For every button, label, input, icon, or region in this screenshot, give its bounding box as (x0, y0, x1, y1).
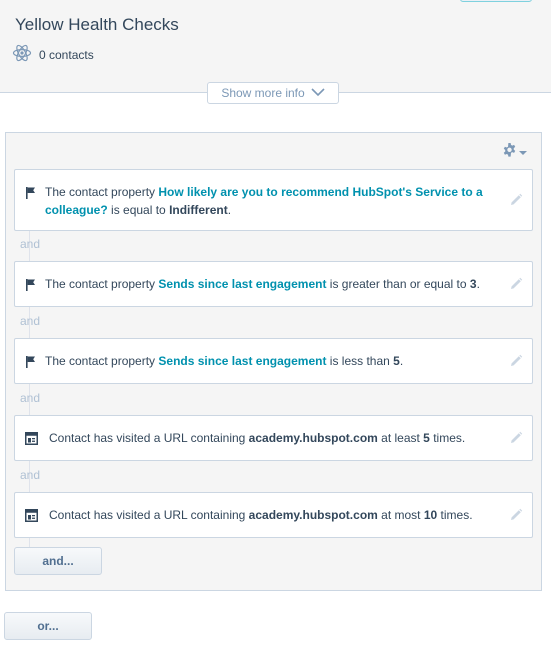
filter-prefix: The contact property (45, 185, 159, 199)
filter-operator: is equal to (107, 203, 170, 217)
flag-icon (25, 278, 37, 297)
pencil-icon[interactable] (508, 353, 524, 369)
and-separator: and (20, 237, 41, 251)
list-header: Yellow Health Checks 0 contacts (0, 0, 551, 93)
show-more-info-button[interactable]: Show more info (207, 82, 339, 104)
page-icon (25, 509, 38, 527)
pencil-icon[interactable] (508, 192, 524, 208)
filter-suffix: times. (437, 508, 473, 522)
filter-count-value: 5 (423, 431, 430, 445)
filter-description: The contact property Sends since last en… (45, 275, 492, 293)
filter-operator: at least (377, 431, 424, 445)
filter-property-link[interactable]: Sends since last engagement (158, 354, 326, 368)
filter-description: Contact has visited a URL containing aca… (49, 429, 492, 447)
filter-suffix: . (476, 277, 480, 291)
add-and-filter-button[interactable]: and... (14, 547, 102, 575)
filter-url-value: academy.hubspot.com (248, 431, 378, 445)
and-separator: and (20, 314, 41, 328)
filter-count-value: 10 (423, 508, 438, 522)
filter-suffix: times. (429, 431, 466, 445)
filter-description: The contact property Sends since last en… (45, 352, 492, 370)
filter-operator: at most (377, 508, 424, 522)
filter-operator: is less than (326, 354, 394, 368)
filter-suffix: . (227, 203, 232, 217)
filter-card: The contact property How likely are you … (14, 169, 533, 231)
filter-value: 3 (469, 277, 477, 291)
flag-icon (25, 355, 37, 374)
filter-card: The contact property Sends since last en… (14, 261, 533, 307)
contacts-count-row: 0 contacts (12, 43, 94, 68)
atom-icon (12, 43, 32, 68)
list-title: Yellow Health Checks (15, 15, 179, 34)
and-separator: and (20, 391, 41, 405)
filter-description: Contact has visited a URL containing aca… (49, 506, 492, 524)
filter-card: Contact has visited a URL containing aca… (14, 415, 533, 461)
pencil-icon[interactable] (508, 507, 524, 523)
filter-property-link[interactable]: Sends since last engagement (158, 277, 326, 291)
filter-value: Indifferent (169, 203, 228, 217)
filter-panel: The contact property How likely are you … (5, 132, 542, 591)
or-button-label: or... (37, 619, 59, 633)
show-more-label: Show more info (221, 86, 305, 100)
gear-icon (502, 143, 517, 163)
filter-prefix: Contact has visited a URL containing (49, 431, 249, 445)
add-or-filter-button[interactable]: or... (4, 612, 92, 640)
pencil-icon[interactable] (508, 276, 524, 292)
filter-description: The contact property How likely are you … (45, 183, 492, 219)
flag-icon (25, 186, 37, 205)
contacts-count: 0 contacts (39, 48, 94, 62)
pencil-icon[interactable] (508, 430, 524, 446)
filter-prefix: The contact property (45, 277, 159, 291)
and-button-label: and... (42, 554, 74, 568)
and-separator: and (20, 468, 41, 482)
filter-prefix: Contact has visited a URL containing (49, 508, 249, 522)
top-action-button[interactable] (460, 0, 532, 2)
filter-suffix: . (399, 354, 404, 368)
filter-value: 5 (393, 354, 400, 368)
filter-card: The contact property Sends since last en… (14, 338, 533, 384)
caret-down-icon (517, 144, 529, 162)
filter-operator: is greater than or equal to (326, 277, 470, 291)
filter-prefix: The contact property (45, 354, 159, 368)
page-icon (25, 432, 38, 450)
filter-settings-menu[interactable] (502, 143, 529, 163)
filter-url-value: academy.hubspot.com (248, 508, 378, 522)
filter-card: Contact has visited a URL containing aca… (14, 492, 533, 538)
chevron-down-icon (305, 86, 325, 100)
